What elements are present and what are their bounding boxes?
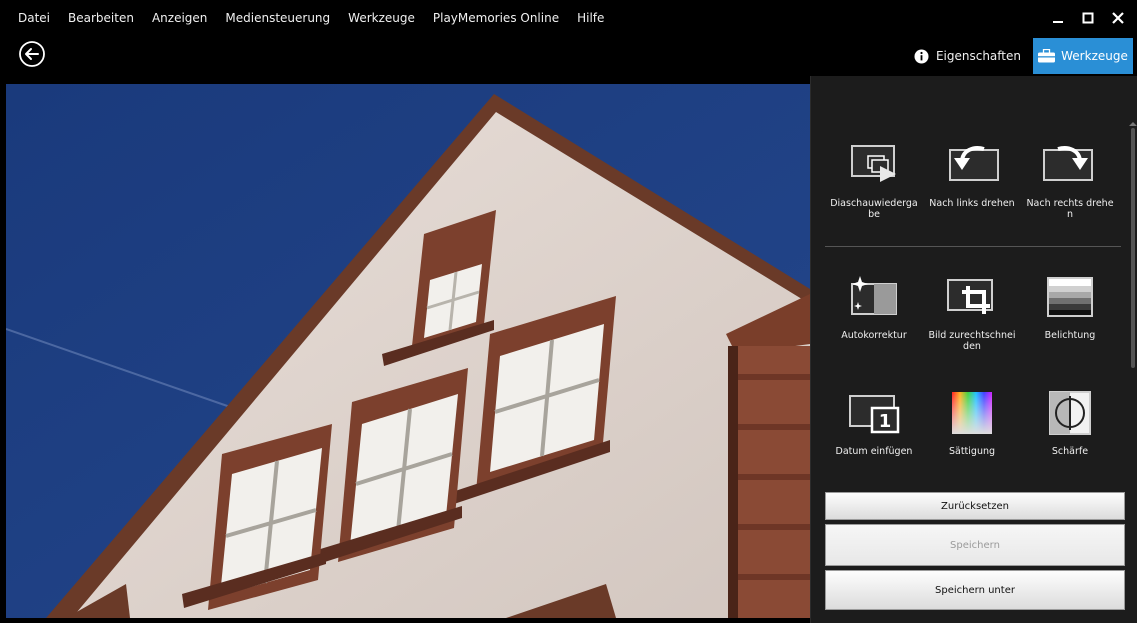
menu-hilfe[interactable]: Hilfe: [568, 0, 613, 36]
slideshow-icon: [846, 136, 902, 192]
save-button[interactable]: Speichern: [825, 524, 1125, 566]
rotate-left-icon: [944, 136, 1000, 192]
svg-text:1: 1: [879, 411, 892, 432]
tool-rotate-right[interactable]: Nach rechts drehen: [1021, 136, 1119, 220]
tool-insert-date[interactable]: 1 Datum einfügen: [825, 384, 923, 457]
tool-slideshow-label: Diaschauwiedergabe: [830, 198, 918, 220]
tool-saturation-label: Sättigung: [948, 446, 996, 457]
insert-date-icon: 1: [846, 384, 902, 440]
tools-panel: Diaschauwiedergabe Nach links drehen Nac…: [810, 76, 1137, 623]
back-button[interactable]: [18, 40, 46, 68]
saturation-icon: [944, 384, 1000, 440]
menu-bearbeiten[interactable]: Bearbeiten: [59, 0, 143, 36]
toolbar: Eigenschaften Werkzeuge: [0, 36, 1137, 76]
tool-slideshow[interactable]: Diaschauwiedergabe: [825, 136, 923, 220]
minimize-icon: [1053, 21, 1063, 23]
menu-bar: Datei Bearbeiten Anzeigen Mediensteuerun…: [0, 0, 1137, 36]
tool-sharpness-label: Schärfe: [1051, 446, 1089, 457]
scroll-up-icon: [1129, 122, 1137, 126]
menu-werkzeuge[interactable]: Werkzeuge: [339, 0, 424, 36]
auto-correct-icon: [846, 268, 902, 324]
close-icon: [1112, 12, 1124, 24]
photo-viewer[interactable]: [6, 84, 810, 618]
menu-anzeigen[interactable]: Anzeigen: [143, 0, 216, 36]
panel-scrollbar[interactable]: [1128, 120, 1137, 470]
building-photo: [6, 84, 810, 618]
save-as-button[interactable]: Speichern unter: [825, 570, 1125, 610]
tool-saturation[interactable]: Sättigung: [923, 384, 1021, 457]
tool-crop[interactable]: Bild zurechtschneiden: [923, 268, 1021, 352]
panel-divider: [825, 246, 1121, 247]
scroll-thumb[interactable]: [1131, 128, 1135, 368]
tool-sharpness[interactable]: Schärfe: [1021, 384, 1119, 457]
tool-row-1: Diaschauwiedergabe Nach links drehen Nac…: [825, 136, 1119, 220]
rotate-right-icon: [1042, 136, 1098, 192]
window-controls: [1051, 0, 1125, 36]
reset-button[interactable]: Zurücksetzen: [825, 492, 1125, 520]
tool-auto-correct-label: Autokorrektur: [841, 330, 907, 341]
tool-crop-label: Bild zurechtschneiden: [928, 330, 1016, 352]
crop-icon: [944, 268, 1000, 324]
menu-datei[interactable]: Datei: [0, 0, 59, 36]
exposure-icon: [1042, 268, 1098, 324]
tool-row-2: Autokorrektur Bild zurechtschneiden Beli…: [825, 268, 1119, 352]
tool-exposure-label: Belichtung: [1044, 330, 1096, 341]
tool-insert-date-label: Datum einfügen: [835, 446, 913, 457]
minimize-button[interactable]: [1051, 11, 1065, 25]
properties-tab[interactable]: Eigenschaften: [906, 38, 1029, 74]
menu-playmemories-online[interactable]: PlayMemories Online: [424, 0, 568, 36]
toolbox-icon: [1038, 49, 1056, 63]
tools-label: Werkzeuge: [1061, 49, 1128, 63]
menu-mediensteuerung[interactable]: Mediensteuerung: [216, 0, 339, 36]
properties-label: Eigenschaften: [935, 49, 1021, 63]
back-arrow-icon: [19, 41, 45, 67]
tool-rotate-right-label: Nach rechts drehen: [1026, 198, 1114, 220]
close-button[interactable]: [1111, 11, 1125, 25]
tool-auto-correct[interactable]: Autokorrektur: [825, 268, 923, 352]
tool-exposure[interactable]: Belichtung: [1021, 268, 1119, 352]
tool-rotate-left-label: Nach links drehen: [929, 198, 1015, 209]
sharpness-icon: [1042, 384, 1098, 440]
tool-row-3: 1 Datum einfügen Sättigung Schärfe: [825, 384, 1119, 457]
maximize-icon: [1082, 12, 1094, 24]
maximize-button[interactable]: [1081, 11, 1095, 25]
tools-tab[interactable]: Werkzeuge: [1033, 38, 1133, 74]
info-icon: [914, 49, 929, 63]
tool-rotate-left[interactable]: Nach links drehen: [923, 136, 1021, 220]
